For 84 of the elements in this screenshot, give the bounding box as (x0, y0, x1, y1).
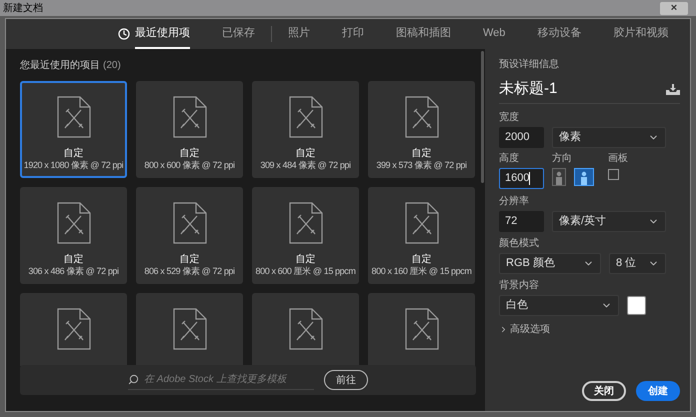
person-icon (580, 170, 588, 184)
chevron-icon (499, 324, 508, 334)
preset-name: 自定 (180, 254, 200, 266)
preset-card[interactable] (136, 293, 243, 366)
tab[interactable]: 照片 (272, 19, 326, 49)
document-icon (288, 202, 322, 244)
resolution-unit-dropdown[interactable]: 像素/英寸 (552, 210, 666, 232)
person-icon (555, 170, 563, 184)
go-button[interactable]: 前往 (324, 370, 368, 390)
preset-card[interactable]: 自定 800 x 600 像素 @ 72 ppi (136, 81, 243, 178)
preset-card[interactable]: 自定 806 x 529 像素 @ 72 ppi (136, 187, 243, 284)
field-label: 宽度 (499, 112, 520, 124)
preset-size: 800 x 600 厘米 @ 15 ppcm (256, 266, 356, 277)
document-icon (172, 308, 206, 350)
preset-size: 306 x 486 像素 @ 72 ppi (28, 266, 119, 277)
preset-name: 自定 (64, 148, 84, 160)
window-title: 新建文档 (3, 2, 43, 16)
tab[interactable]: Web (467, 19, 522, 49)
field-label: 方向 (552, 152, 573, 164)
tab[interactable]: 图稿和插图 (380, 19, 467, 49)
width-field[interactable]: 2000 (499, 126, 544, 148)
landscape-orientation-button[interactable] (574, 168, 594, 186)
document-icon (56, 96, 90, 138)
document-icon (172, 202, 206, 244)
close-button[interactable]: × (660, 2, 688, 14)
field-label: 画板 (608, 152, 628, 164)
preset-size: 800 x 600 像素 @ 72 ppi (144, 160, 235, 171)
preset-size: 806 x 529 像素 @ 72 ppi (144, 266, 235, 277)
preset-card[interactable] (20, 293, 127, 366)
preset-card[interactable]: 自定 306 x 486 像素 @ 72 ppi (20, 187, 127, 284)
tab[interactable]: 最近使用项 (102, 19, 206, 49)
create-button[interactable]: 创建 (636, 381, 680, 401)
background-dropdown[interactable]: 白色 (499, 294, 619, 316)
tab[interactable]: 已保存 (206, 19, 271, 49)
tab[interactable]: 胶片和视频 (597, 19, 684, 49)
field-label: 分辨率 (499, 196, 530, 208)
preset-card[interactable] (252, 293, 359, 366)
preset-size: 309 x 484 像素 @ 72 ppi (260, 160, 351, 171)
portrait-orientation-button[interactable] (552, 168, 566, 186)
preset-card[interactable]: 自定 800 x 600 厘米 @ 15 ppcm (252, 187, 359, 284)
panel-heading: 预设详细信息 (499, 58, 560, 72)
text-cursor (529, 172, 530, 184)
document-icon (404, 96, 438, 138)
artboard-checkbox[interactable] (608, 168, 619, 180)
field-label: 高度 (499, 152, 520, 164)
document-title: 未标题-1 (499, 79, 558, 99)
bit-depth-dropdown[interactable]: 8 位 (609, 252, 666, 274)
document-icon (404, 308, 438, 350)
preset-card[interactable]: 自定 1920 x 1080 像素 @ 72 ppi (20, 81, 127, 178)
preset-size: 1920 x 1080 像素 @ 72 ppi (24, 160, 124, 171)
section-heading: 您最近使用的项目 (20, 58, 100, 73)
download-icon[interactable] (666, 84, 680, 95)
preset-size: 800 x 160 厘米 @ 15 ppcm (372, 266, 472, 277)
close-dialog-button[interactable]: 关闭 (582, 381, 626, 401)
preset-name: 自定 (412, 254, 432, 266)
preset-card[interactable]: 自定 800 x 160 厘米 @ 15 ppcm (368, 187, 475, 284)
item-count: (20) (103, 59, 121, 73)
field-label: 背景内容 (499, 280, 540, 292)
search-icon (128, 374, 139, 385)
advanced-options-toggle[interactable]: 高级选项 (499, 322, 680, 336)
preset-name: 自定 (296, 254, 316, 266)
preset-name: 自定 (180, 148, 200, 160)
scrollbar-thumb[interactable] (481, 51, 484, 183)
tab[interactable]: 移动设备 (521, 19, 598, 49)
tab[interactable]: 打印 (326, 19, 380, 49)
document-icon (56, 202, 90, 244)
field-label: 颜色模式 (499, 238, 540, 250)
document-icon (56, 308, 90, 350)
preset-card[interactable]: 自定 309 x 484 像素 @ 72 ppi (252, 81, 359, 178)
color-mode-dropdown[interactable]: RGB 颜色 (499, 252, 601, 274)
preset-name: 自定 (412, 148, 432, 160)
preset-name: 自定 (296, 148, 316, 160)
preset-name: 自定 (64, 254, 84, 266)
preset-size: 399 x 573 像素 @ 72 ppi (376, 160, 467, 171)
preset-card[interactable]: 自定 399 x 573 像素 @ 72 ppi (368, 81, 475, 178)
document-icon (288, 308, 322, 350)
document-icon (404, 202, 438, 244)
height-field[interactable]: 1600 (499, 168, 544, 188)
preset-card[interactable] (368, 293, 475, 366)
unit-dropdown[interactable]: 像素 (552, 126, 666, 148)
resolution-field[interactable]: 72 (499, 210, 544, 232)
color-swatch[interactable] (627, 296, 646, 314)
document-icon (288, 96, 322, 138)
document-icon (172, 96, 206, 138)
